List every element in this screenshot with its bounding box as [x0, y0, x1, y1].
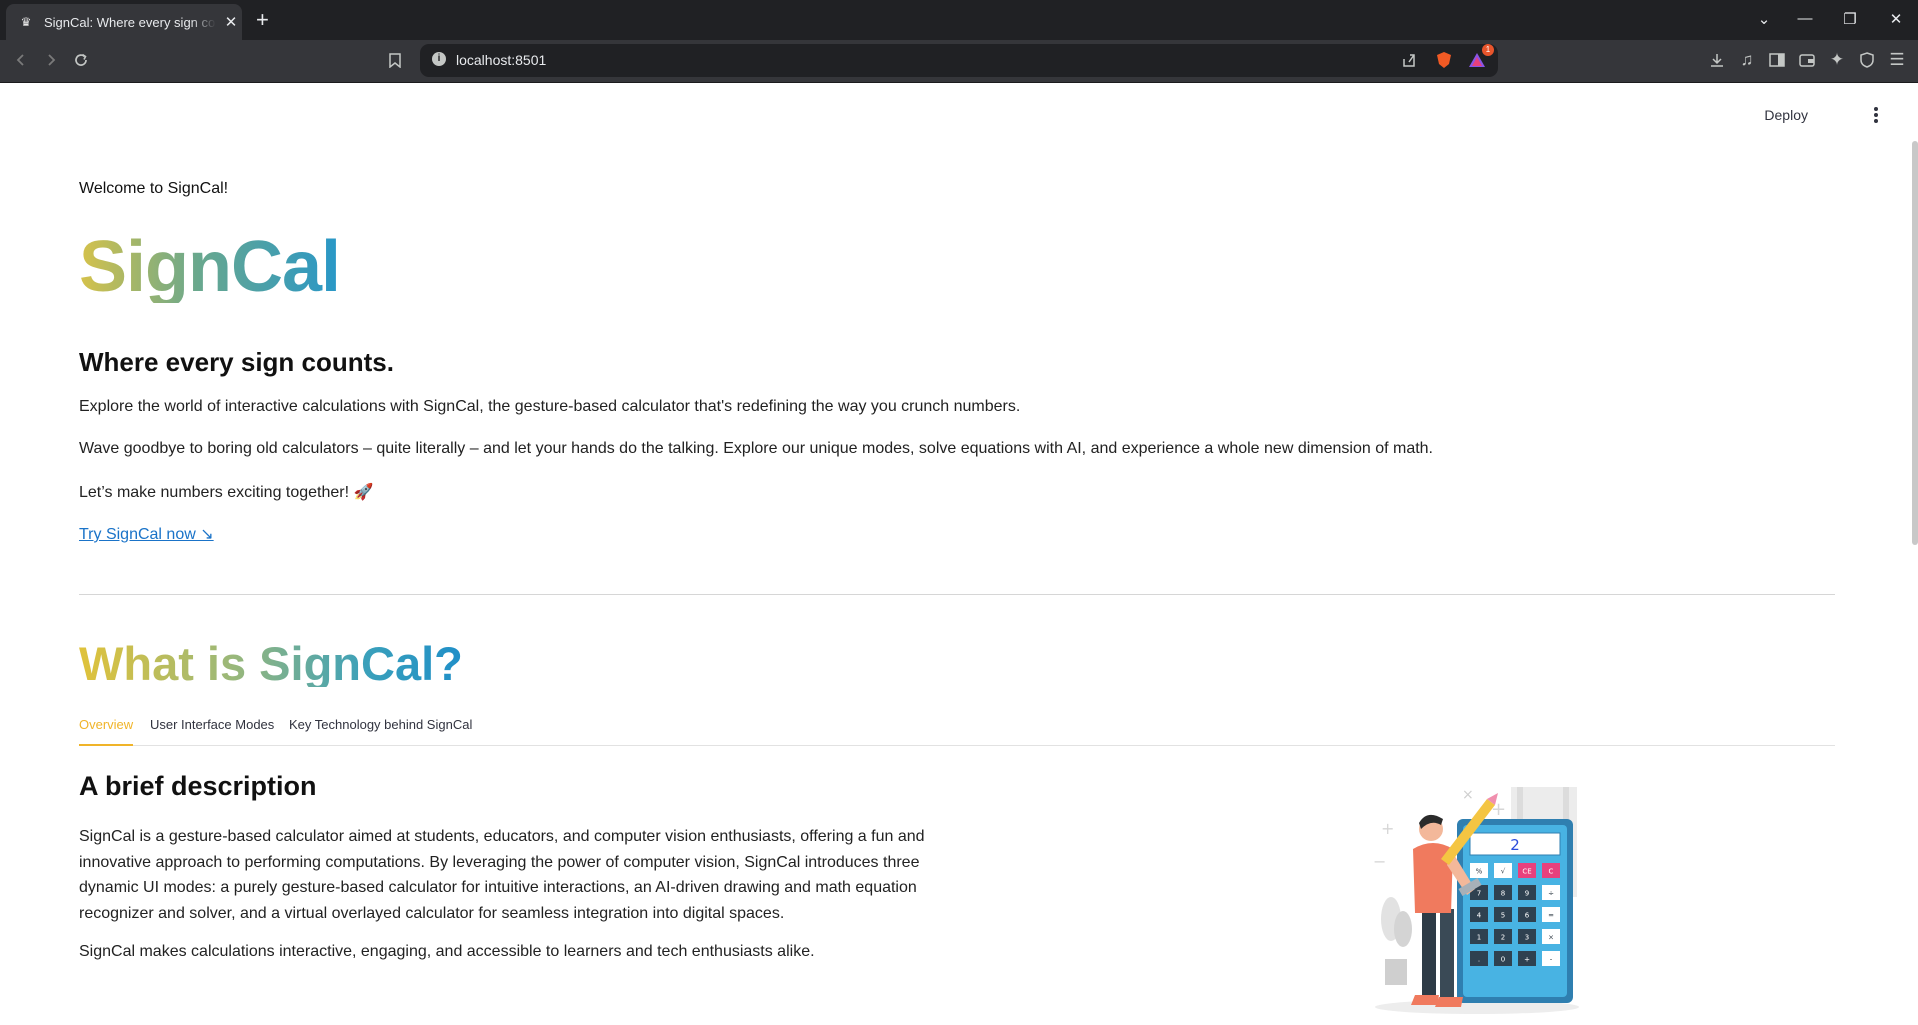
- brand-title: SignCal: [79, 227, 341, 307]
- description-paragraph: SignCal is a gesture-based calculator ai…: [79, 828, 925, 922]
- calc-key-label: .: [1478, 956, 1480, 964]
- calc-key-label: ×: [1548, 934, 1554, 942]
- rewards-badge: 1: [1482, 44, 1494, 56]
- tagline-heading: Where every sign counts.: [79, 347, 394, 377]
- description-paragraph-2: SignCal makes calculations interactive, …: [79, 943, 815, 960]
- wallet-icon[interactable]: [1796, 49, 1818, 71]
- svg-text:×: ×: [1462, 787, 1474, 803]
- url-text[interactable]: localhost:8501: [456, 52, 546, 68]
- restore-icon[interactable]: ❐: [1840, 10, 1860, 28]
- calc-key-label: CE: [1522, 868, 1531, 876]
- vpn-shield-icon[interactable]: [1856, 49, 1878, 71]
- intro-paragraph-3: Let’s make numbers exciting together! 🚀: [79, 484, 374, 501]
- sidebar-toggle-icon[interactable]: [1766, 49, 1788, 71]
- share-icon[interactable]: [1398, 49, 1420, 71]
- calc-key-label: C: [1549, 868, 1554, 876]
- section-divider: [79, 594, 1835, 595]
- what-is-signcal-title: What is SignCal?: [79, 637, 463, 690]
- brave-shield-icon[interactable]: [1433, 49, 1455, 71]
- tab-search-chevron-icon[interactable]: ⌄: [1754, 10, 1774, 28]
- calc-key-label: 1: [1477, 934, 1481, 942]
- calc-key-label: 0: [1501, 956, 1505, 964]
- address-bar[interactable]: i localhost:8501 1: [420, 44, 1498, 77]
- crown-favicon-icon: ♛: [20, 15, 32, 29]
- new-tab-icon[interactable]: +: [256, 8, 269, 32]
- intro-paragraph-2: Wave goodbye to boring old calculators –…: [79, 440, 1433, 457]
- brave-rewards-icon[interactable]: 1: [1466, 44, 1494, 71]
- tab-key-technology[interactable]: Key Technology behind SignCal: [289, 713, 472, 744]
- calculator-illustration: × + + − 2 % √ CE C 7 8 9 ÷ 4 5 6 = 1 2 3 ×. 0 + -: [1367, 779, 1589, 1019]
- close-tab-icon[interactable]: ✕: [222, 13, 240, 31]
- tab-title: SignCal: Where every sign counts: [44, 14, 216, 30]
- leo-ai-icon[interactable]: ✦: [1826, 49, 1848, 71]
- minimize-icon[interactable]: —: [1795, 10, 1815, 27]
- main-menu-kebab-icon[interactable]: [1868, 105, 1884, 125]
- bookmark-icon[interactable]: [384, 49, 406, 71]
- calc-key-label: +: [1524, 956, 1530, 964]
- browser-tab-strip: ♛ SignCal: Where every sign counts ✕ + ⌄…: [0, 0, 1918, 40]
- tab-overview[interactable]: Overview: [79, 713, 134, 746]
- reload-icon[interactable]: [70, 49, 92, 71]
- svg-text:2: 2: [1510, 836, 1520, 854]
- calc-key-label: 3: [1525, 934, 1529, 942]
- close-window-icon[interactable]: ✕: [1886, 10, 1906, 28]
- browser-tab[interactable]: ♛ SignCal: Where every sign counts ✕: [6, 4, 242, 40]
- menu-icon[interactable]: ☰: [1886, 49, 1908, 71]
- browser-toolbar: i localhost:8501 1 ♫ ✦ ☰: [0, 40, 1918, 83]
- deploy-button[interactable]: Deploy: [1764, 107, 1808, 123]
- welcome-text: Welcome to SignCal!: [79, 180, 229, 197]
- svg-text:−: −: [1373, 852, 1386, 871]
- calc-key-label: =: [1548, 912, 1554, 920]
- svg-text:+: +: [1381, 819, 1394, 838]
- calc-key-label: 6: [1525, 912, 1530, 920]
- scrollbar-thumb[interactable]: [1912, 141, 1918, 545]
- back-icon[interactable]: [10, 49, 32, 71]
- intro-paragraph-1: Explore the world of interactive calcula…: [79, 398, 1021, 415]
- try-signcal-link[interactable]: Try SignCal now ↘: [79, 524, 214, 544]
- calc-key-label: 7: [1477, 890, 1481, 898]
- site-info-icon[interactable]: i: [432, 52, 446, 66]
- calc-key-label: 5: [1501, 912, 1505, 920]
- downloads-icon[interactable]: [1706, 49, 1728, 71]
- calc-key-label: %: [1476, 868, 1483, 876]
- calc-key-label: √: [1501, 868, 1506, 876]
- about-tabs: Overview User Interface Modes Key Techno…: [79, 713, 1835, 746]
- calc-key-label: 4: [1477, 912, 1482, 920]
- tab-user-interface-modes[interactable]: User Interface Modes: [150, 713, 274, 744]
- calc-key-label: 9: [1525, 890, 1529, 898]
- forward-icon[interactable]: [40, 49, 62, 71]
- calc-key-label: ÷: [1548, 890, 1554, 898]
- app-viewport: Deploy Welcome to SignCal! SignCal Where…: [0, 83, 1918, 1025]
- calc-key-label: 8: [1501, 890, 1505, 898]
- media-icon[interactable]: ♫: [1736, 49, 1758, 71]
- brief-description-heading: A brief description: [79, 771, 317, 801]
- calc-key-label: 2: [1501, 934, 1505, 942]
